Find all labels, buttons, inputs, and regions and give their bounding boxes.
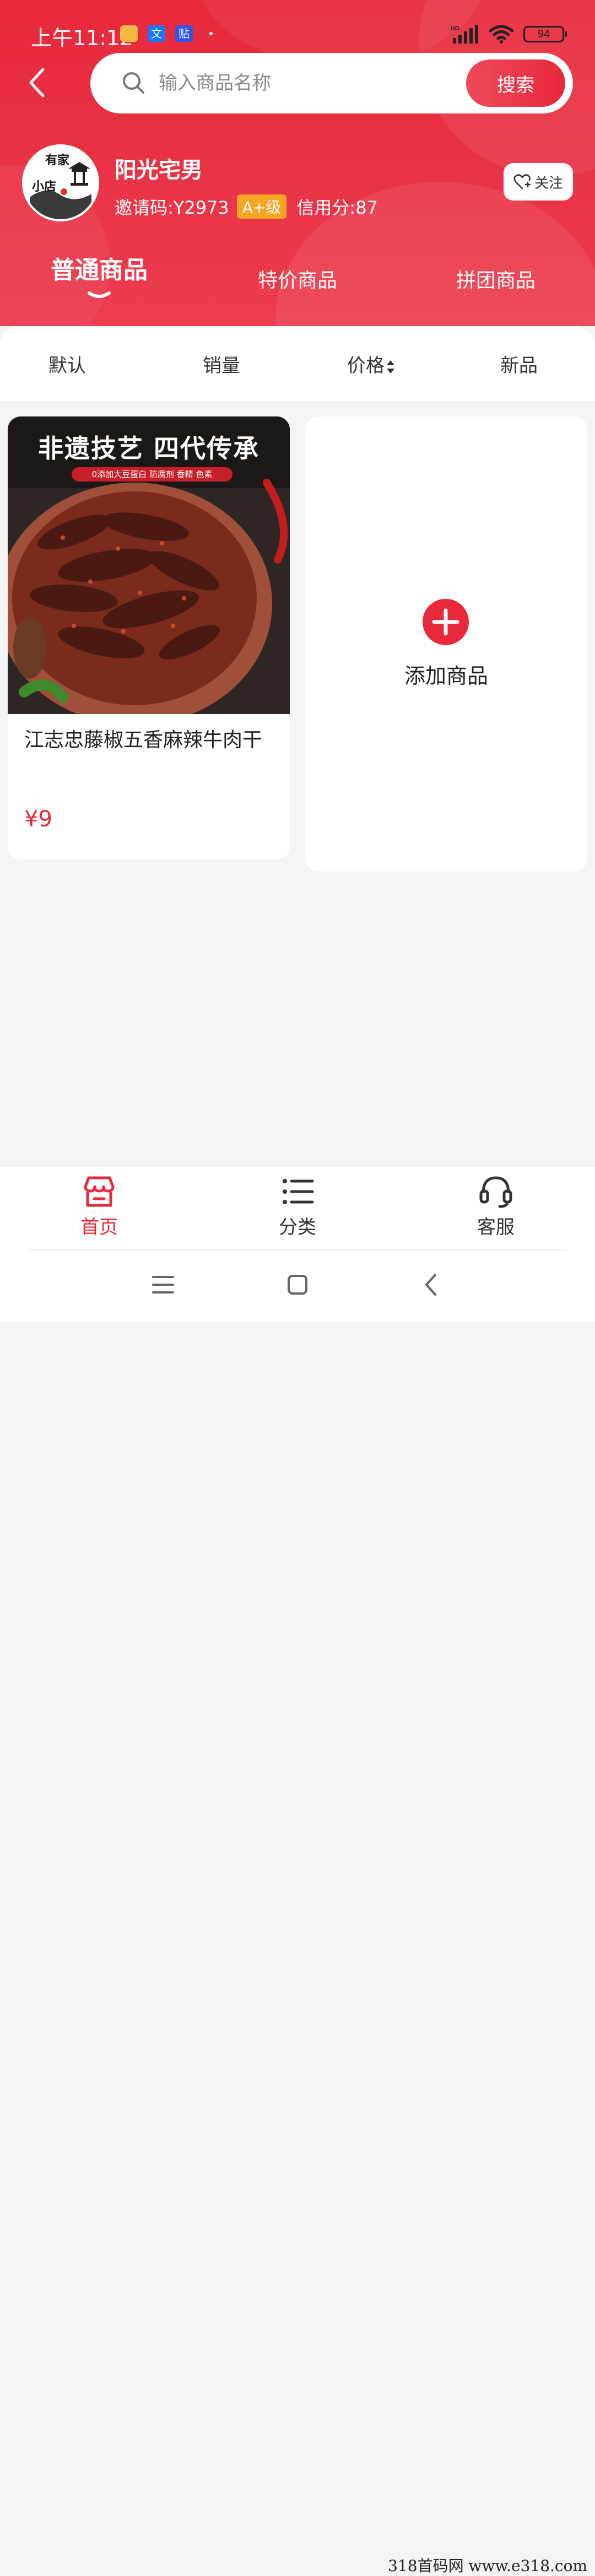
shop-logo-icon: 有家 小店 — [24, 147, 97, 219]
credit-score: 信用分:87 — [296, 197, 378, 218]
product-card[interactable]: 非遗技艺 四代传承 0添加大豆蛋白 防腐剂 香精 色素 江志忠藤椒五香麻辣牛肉干… — [8, 416, 290, 859]
active-tab-indicator — [88, 291, 111, 298]
nav-category-label: 分类 — [279, 1216, 316, 1238]
files-app-icon — [120, 25, 138, 42]
follow-button[interactable]: 关注 — [504, 163, 573, 201]
nav-home[interactable]: 首页 — [0, 1173, 198, 1239]
nav-category[interactable]: 分类 — [198, 1173, 397, 1239]
nav-home-label: 首页 — [80, 1216, 118, 1238]
heart-plus-icon — [513, 174, 531, 190]
sort-price-label: 价格 — [347, 355, 385, 377]
image-title: 非遗技艺 四代传承 — [37, 434, 259, 463]
product-name: 江志忠藤椒五香麻辣牛肉干 — [24, 729, 263, 751]
shop-header: 上午11:12 文 贴 HD 94 输入商品名称 搜索 有家 小店 阳光宅男 邀… — [0, 0, 595, 326]
tab-group-buy-goods[interactable]: 拼团商品 — [397, 264, 595, 293]
add-product-label: 添加商品 — [404, 664, 488, 688]
add-product-card[interactable]: 添加商品 — [305, 416, 587, 872]
tab-normal-goods[interactable]: 普通商品 — [0, 250, 198, 285]
notification-dot-icon — [209, 32, 213, 35]
status-time: 上午11:12 — [31, 26, 133, 50]
search-icon — [123, 72, 144, 94]
sort-default[interactable]: 默认 — [48, 350, 86, 377]
shop-icon — [84, 1176, 115, 1207]
follow-label: 关注 — [534, 175, 563, 192]
svg-text:小店: 小店 — [32, 180, 56, 194]
shop-name: 阳光宅男 — [115, 158, 203, 183]
nav-customer-service[interactable]: 客服 — [397, 1173, 595, 1239]
add-circle-icon — [423, 599, 469, 645]
translate-app-icon: 文 — [148, 25, 165, 42]
sort-bar: 默认 销量 价格 新品 — [0, 326, 595, 401]
back-button[interactable] — [24, 65, 51, 100]
search-button[interactable]: 搜索 — [466, 59, 565, 107]
headset-icon — [479, 1176, 512, 1208]
sticker-app-icon: 贴 — [175, 25, 193, 42]
sort-price[interactable]: 价格 — [347, 350, 396, 377]
search-input[interactable] — [158, 68, 433, 98]
invite-code: 邀请码:Y2973 — [115, 197, 229, 218]
shop-meta: 邀请码:Y2973 A+级 信用分:87 — [115, 194, 378, 219]
home-square-icon[interactable] — [282, 1269, 313, 1300]
nav-customer-service-label: 客服 — [477, 1216, 515, 1238]
svg-text:有家: 有家 — [45, 153, 70, 167]
wifi-icon — [489, 25, 514, 44]
tab-special-price-goods[interactable]: 特价商品 — [198, 264, 397, 293]
system-nav-bar: 318首码网 www.e318.com — [0, 1251, 595, 2575]
svg-text:HD: HD — [451, 25, 459, 32]
signal-icon: HD — [451, 25, 478, 44]
menu-icon[interactable] — [148, 1269, 178, 1300]
category-tabs: 普通商品 特价商品 拼团商品 — [0, 253, 595, 314]
sort-sales[interactable]: 销量 — [203, 350, 240, 377]
search-bar: 搜索 — [90, 53, 573, 113]
status-indicators: HD 94 — [451, 24, 567, 44]
list-icon — [283, 1179, 314, 1204]
product-price: ¥9 — [24, 807, 52, 832]
grade-badge: A+级 — [236, 194, 287, 219]
shop-avatar[interactable]: 有家 小店 — [22, 144, 99, 221]
bottom-nav: 首页 分类 客服 — [0, 1167, 595, 1251]
watermark: 318首码网 www.e318.com — [388, 2557, 587, 2575]
image-subtitle: 0添加大豆蛋白 防腐剂 香精 色素 — [72, 467, 232, 481]
sort-arrows-icon — [387, 360, 394, 374]
system-back-icon[interactable] — [416, 1269, 447, 1300]
sort-new[interactable]: 新品 — [500, 350, 538, 377]
product-image: 非遗技艺 四代传承 0添加大豆蛋白 防腐剂 香精 色素 — [8, 416, 290, 714]
battery-icon: 94 — [523, 26, 567, 42]
